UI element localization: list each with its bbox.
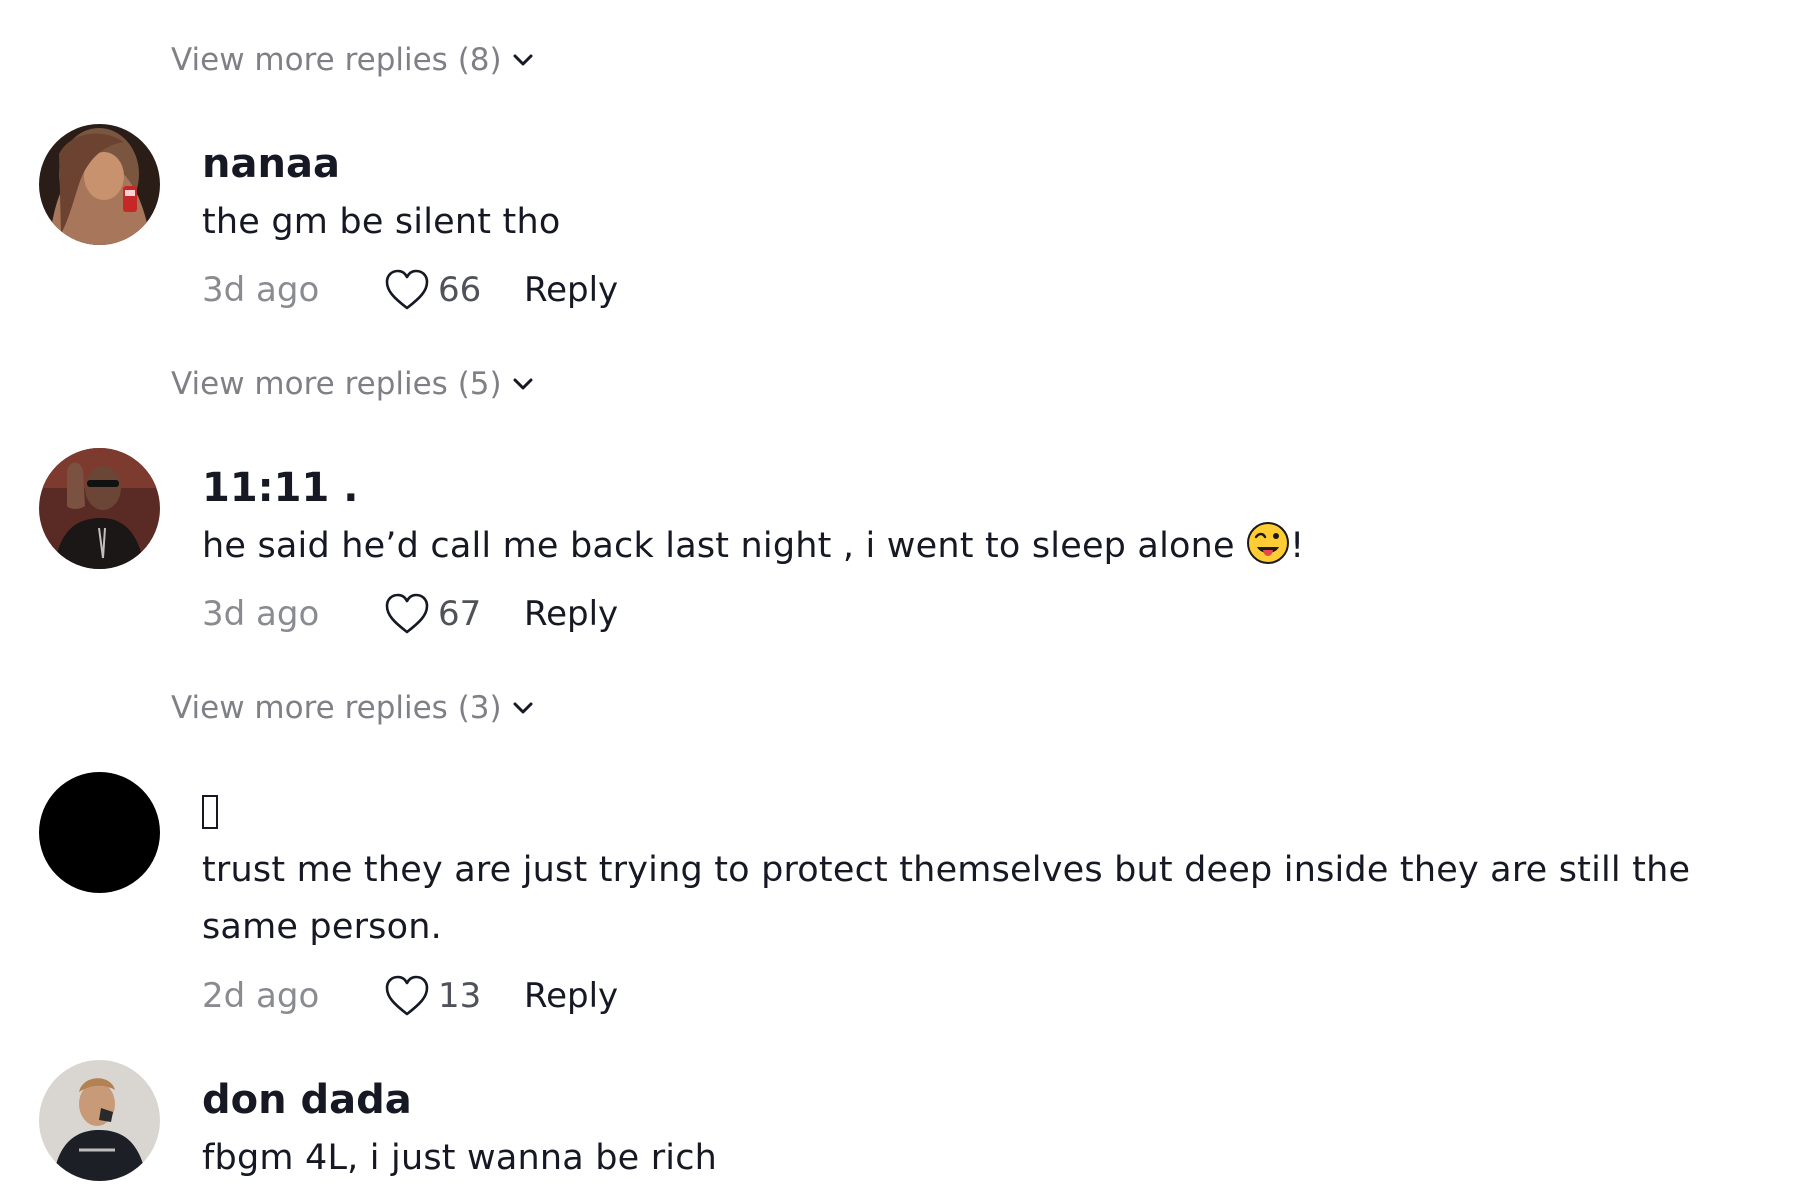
comment-meta: 3d ago 66 Reply bbox=[202, 266, 618, 314]
comment-text: trust me they are just trying to protect… bbox=[202, 850, 1691, 947]
avatar[interactable] bbox=[39, 772, 160, 893]
heart-outline-icon bbox=[384, 592, 430, 636]
like-button[interactable]: 66 bbox=[384, 268, 524, 312]
avatar[interactable] bbox=[39, 124, 160, 245]
like-count: 67 bbox=[438, 594, 482, 634]
comment-username[interactable]: 11:11 . bbox=[202, 464, 358, 512]
chevron-down-icon bbox=[512, 701, 534, 715]
comment-timestamp: 2d ago bbox=[202, 976, 320, 1016]
comment-text: the gm be silent tho bbox=[202, 202, 561, 242]
comment-text-body: he said he’d call me back last night , i… bbox=[202, 526, 1235, 566]
like-button[interactable]: 13 bbox=[384, 974, 524, 1018]
chevron-down-icon bbox=[512, 377, 534, 391]
reply-button[interactable]: Reply bbox=[524, 594, 618, 634]
comment-username[interactable]: nanaa bbox=[202, 140, 340, 188]
avatar[interactable] bbox=[39, 1060, 160, 1181]
reply-button[interactable]: Reply bbox=[524, 976, 618, 1016]
chevron-down-icon bbox=[512, 53, 534, 67]
comment-text: fbgm 4L, i just wanna be rich bbox=[202, 1138, 718, 1178]
view-more-replies-label: View more replies (3) bbox=[171, 690, 502, 726]
view-more-replies-button[interactable]: View more replies (5) bbox=[171, 362, 534, 406]
comment-text: he said he’d call me back last night , i… bbox=[202, 518, 1782, 583]
reply-button[interactable]: Reply bbox=[524, 270, 618, 310]
heart-outline-icon bbox=[384, 974, 430, 1018]
comment-meta: 2d ago 13 Reply bbox=[202, 972, 618, 1020]
comment-timestamp: 3d ago bbox=[202, 594, 320, 634]
winking-tongue-face-icon bbox=[1246, 521, 1290, 583]
avatar[interactable] bbox=[39, 448, 160, 569]
view-more-replies-button[interactable]: View more replies (8) bbox=[171, 38, 534, 82]
comment-text-suffix: ! bbox=[1290, 526, 1305, 566]
like-count: 13 bbox=[438, 976, 482, 1016]
comment-meta: 3d ago 67 Reply bbox=[202, 590, 618, 638]
like-button[interactable]: 67 bbox=[384, 592, 524, 636]
comment-username[interactable]: don dada bbox=[202, 1076, 412, 1124]
view-more-replies-label: View more replies (5) bbox=[171, 366, 502, 402]
comment-timestamp: 3d ago bbox=[202, 270, 320, 310]
like-count: 66 bbox=[438, 270, 482, 310]
view-more-replies-label: View more replies (8) bbox=[171, 42, 502, 78]
view-more-replies-button[interactable]: View more replies (3) bbox=[171, 686, 534, 730]
missing-glyph-icon bbox=[202, 795, 218, 829]
heart-outline-icon bbox=[384, 268, 430, 312]
comment-username[interactable] bbox=[202, 788, 218, 840]
